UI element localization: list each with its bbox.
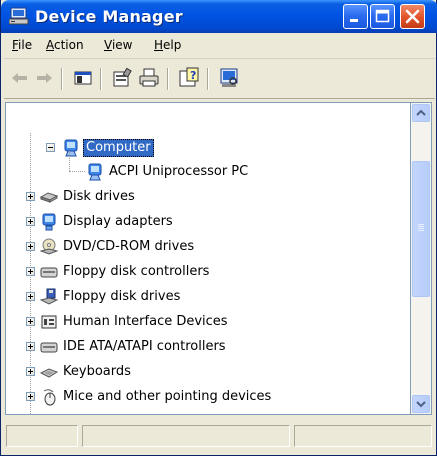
minimize-icon [350,19,358,22]
title-bar[interactable]: Device Manager [1,0,437,33]
close-icon [405,9,420,24]
help-icon[interactable]: ? [177,66,201,90]
tree-item-label: Computer [83,139,154,157]
scan-hardware-icon[interactable] [217,66,241,90]
computer-icon [88,163,102,181]
minimize-button[interactable] [343,4,368,29]
window-title: Device Manager [35,7,183,26]
expand-toggle[interactable] [26,217,35,226]
tree-item-label: IDE ATA/ATAPI controllers [63,339,226,354]
tree-item-label: Disk drives [63,189,135,204]
expand-toggle[interactable] [26,367,35,376]
expand-toggle[interactable] [26,242,35,251]
expand-toggle[interactable] [26,192,35,201]
status-pane [294,425,432,447]
status-pane [82,425,290,447]
device-manager-window: Device Manager File Action View Help ? C… [0,0,437,456]
expand-toggle[interactable] [26,317,35,326]
tree-item-label: Display adapters [63,214,173,229]
tree-item-label: Mice and other pointing devices [63,389,272,404]
tree-item-label: Floppy disk drives [63,289,181,304]
toolbar-separator [167,68,169,90]
status-bar [4,420,435,450]
hid-icon [41,315,57,329]
grip-icon [418,224,424,231]
maximize-icon [375,9,390,23]
expand-toggle[interactable] [26,392,35,401]
menu-bar: File Action View Help [4,33,435,59]
scroll-down-button[interactable] [412,395,430,413]
controller-icon [40,342,58,353]
expand-toggle[interactable] [26,292,35,301]
show-hide-console-tree-icon[interactable] [71,66,95,90]
forward-arrow-icon[interactable] [32,66,56,90]
print-icon[interactable] [137,66,161,90]
tree-item-label: Floppy disk controllers [63,264,210,279]
toolbar-separator [61,68,63,90]
chevron-up-icon [416,109,426,116]
vertical-scrollbar[interactable] [411,102,432,415]
toolbar: ? [4,60,435,99]
tree-guide-line [69,151,70,171]
status-pane [6,425,78,447]
back-arrow-icon[interactable] [8,66,32,90]
properties-icon[interactable] [110,66,134,90]
toolbar-separator [207,68,209,90]
device-manager-icon [9,7,29,25]
floppy-drive-icon [40,288,58,305]
menu-file[interactable]: File [12,38,32,52]
scroll-thumb[interactable] [412,161,430,297]
controller-icon [40,267,58,278]
scroll-up-button[interactable] [412,104,430,122]
mouse-icon [43,389,56,406]
tree-item-label: Human Interface Devices [63,314,228,329]
chevron-down-icon [416,401,426,408]
tree-item-label: DVD/CD-ROM drives [63,239,195,254]
menu-view[interactable]: View [104,38,132,52]
cd-drive-icon [40,238,58,255]
tree-guide-line [69,171,85,172]
computer-icon [64,139,78,157]
display-adapter-icon [42,213,56,231]
tree-item-label: Keyboards [63,364,131,379]
collapse-toggle[interactable] [46,143,55,152]
device-tree[interactable]: Computer ACPI Uniprocessor PC Disk drive… [5,102,411,415]
tree-item-label: ACPI Uniprocessor PC [109,164,249,179]
menu-help[interactable]: Help [154,38,181,52]
toolbar-separator [100,68,102,90]
disk-drive-icon [40,192,58,203]
close-button[interactable] [400,4,425,29]
menu-action[interactable]: Action [46,38,84,52]
maximize-button[interactable] [370,4,395,29]
keyboard-icon [40,368,58,378]
svg-text:?: ? [190,69,196,82]
expand-toggle[interactable] [26,267,35,276]
expand-toggle[interactable] [26,342,35,351]
